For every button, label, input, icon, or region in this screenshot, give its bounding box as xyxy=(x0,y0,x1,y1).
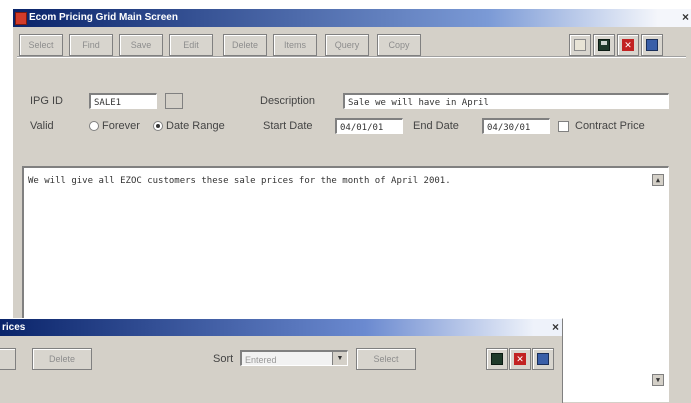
date-range-radio[interactable] xyxy=(153,121,163,131)
close-button[interactable]: × xyxy=(682,10,689,24)
scroll-up-arrow[interactable]: ▲ xyxy=(652,174,664,186)
contract-price-checkbox[interactable] xyxy=(558,121,569,132)
app-icon xyxy=(15,12,27,25)
subwindow-select-button[interactable]: Select xyxy=(356,348,416,370)
ipg-lookup-button[interactable] xyxy=(165,93,183,109)
delete-button[interactable]: Delete xyxy=(223,34,267,56)
window-title: Ecom Pricing Grid Main Screen xyxy=(29,12,178,23)
toolbar: Select Find Save Edit Delete Items Query… xyxy=(13,31,691,58)
save-button[interactable]: Save xyxy=(119,34,163,56)
sort-select-value: Entered xyxy=(245,355,277,365)
red-x-icon: ✕ xyxy=(514,353,526,365)
start-date-field[interactable]: 04/01/01 xyxy=(335,118,403,134)
subwindow-exit-button[interactable] xyxy=(532,348,554,370)
pricing-subwindow: rices × Delete Sort Entered ▼ Select ✕ xyxy=(0,318,563,403)
dropdown-arrow-icon[interactable]: ▼ xyxy=(332,352,347,365)
contract-price-label: Contract Price xyxy=(575,120,645,132)
query-button[interactable]: Query xyxy=(325,34,369,56)
notes-text: We will give all EZOC customers these sa… xyxy=(28,176,451,186)
subwindow-save-button[interactable] xyxy=(486,348,508,370)
page-icon xyxy=(574,39,586,51)
ipg-id-label: IPG ID xyxy=(30,95,64,107)
subwindow-cancel-button[interactable]: ✕ xyxy=(509,348,531,370)
select-button[interactable]: Select xyxy=(19,34,63,56)
scroll-down-arrow[interactable]: ▼ xyxy=(652,374,664,386)
floppy-disk-icon xyxy=(491,353,503,365)
new-record-button[interactable] xyxy=(569,34,591,56)
sort-select[interactable]: Entered ▼ xyxy=(240,350,348,366)
exit-door-icon xyxy=(646,39,658,51)
end-date-field[interactable]: 04/30/01 xyxy=(482,118,550,134)
exit-button[interactable] xyxy=(641,34,663,56)
subwindow-close-button[interactable]: × xyxy=(552,320,559,334)
subwindow-delete-button[interactable]: Delete xyxy=(32,348,92,370)
edit-button[interactable]: Edit xyxy=(169,34,213,56)
floppy-disk-icon xyxy=(598,39,610,51)
end-date-label: End Date xyxy=(413,120,459,132)
subwindow-title-bar[interactable]: rices × xyxy=(0,319,562,336)
red-x-icon: ✕ xyxy=(622,39,634,51)
description-label: Description xyxy=(260,95,316,107)
subwindow-title: rices xyxy=(2,322,26,333)
cancel-button[interactable]: ✕ xyxy=(617,34,639,56)
items-button[interactable]: Items xyxy=(273,34,317,56)
copy-button[interactable]: Copy xyxy=(377,34,421,56)
sort-label: Sort xyxy=(213,353,234,365)
exit-door-icon xyxy=(537,353,549,365)
start-date-label: Start Date xyxy=(263,120,313,132)
forever-label: Forever xyxy=(102,120,140,132)
valid-label: Valid xyxy=(30,120,54,132)
description-field[interactable]: Sale we will have in April xyxy=(343,93,669,109)
ipg-id-field[interactable]: SALE1 xyxy=(89,93,157,109)
title-bar[interactable]: Ecom Pricing Grid Main Screen × xyxy=(13,9,691,27)
save-disk-button[interactable] xyxy=(593,34,615,56)
toolbar-divider xyxy=(17,56,686,58)
date-range-label: Date Range xyxy=(166,120,225,132)
subwindow-left-button[interactable] xyxy=(0,348,16,370)
find-button[interactable]: Find xyxy=(69,34,113,56)
forever-radio[interactable] xyxy=(89,121,99,131)
